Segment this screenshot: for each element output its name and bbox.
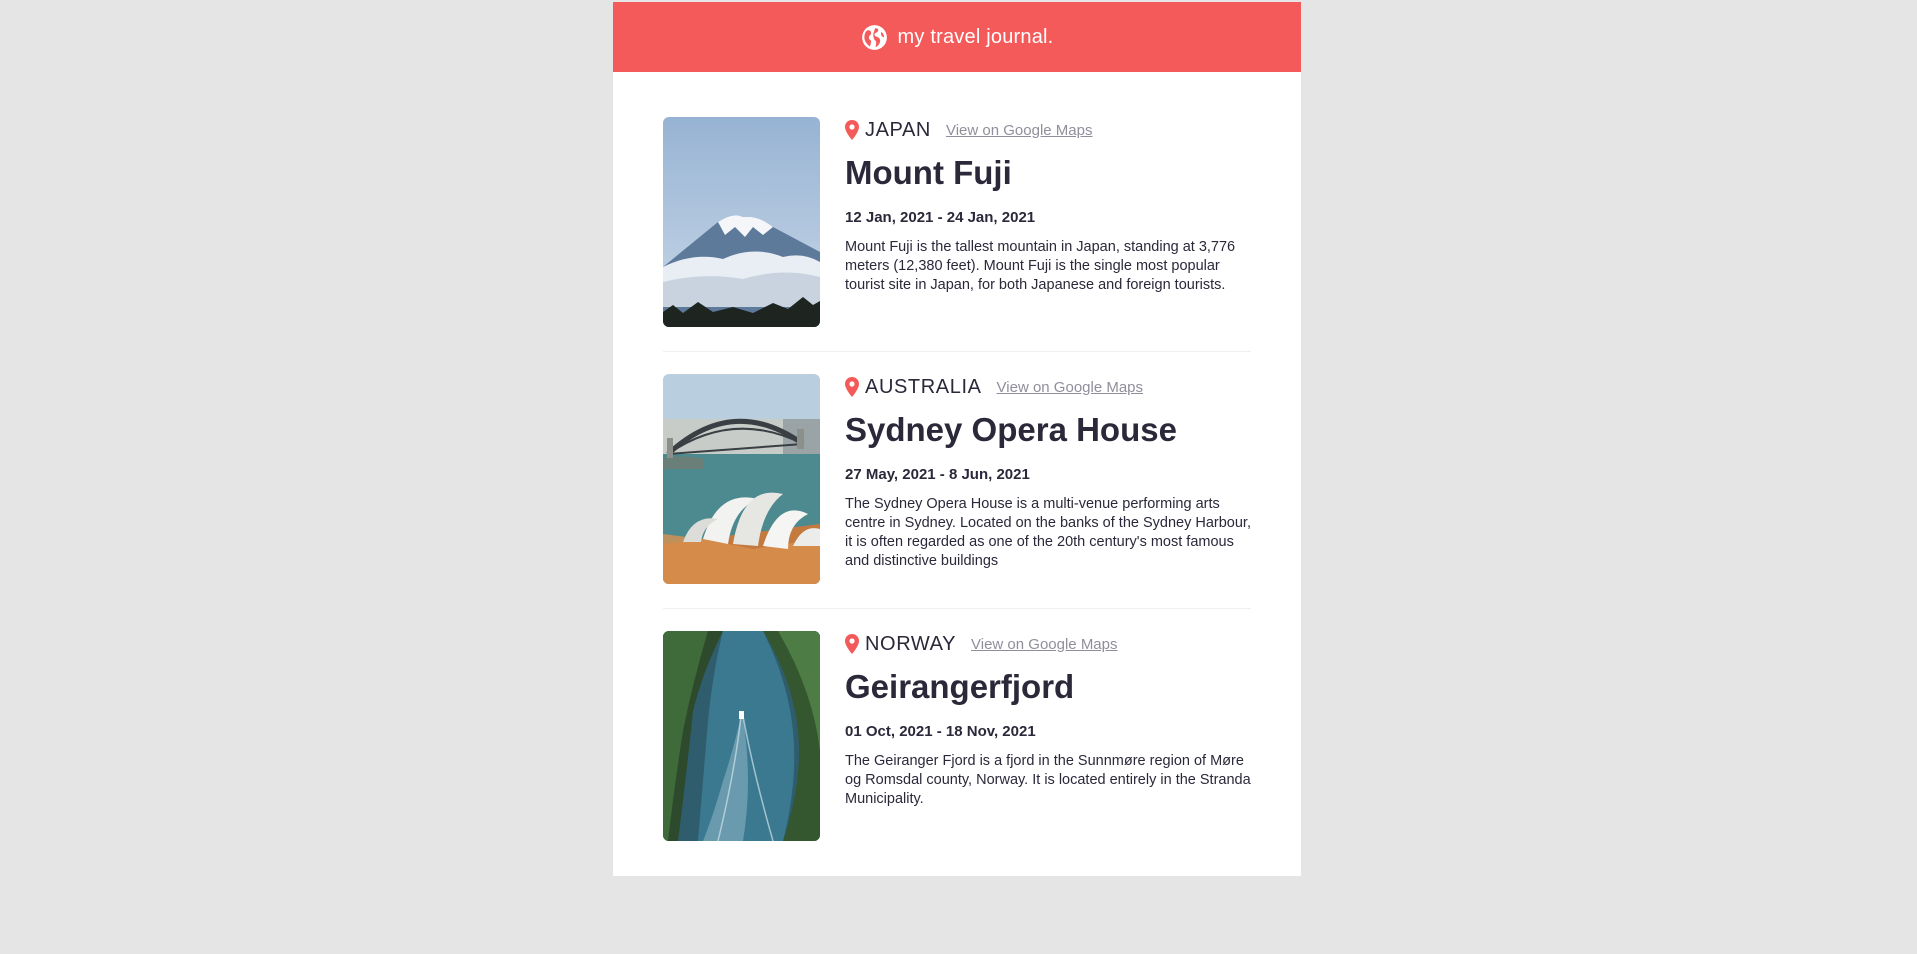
entry-divider [663, 351, 1251, 352]
journal-entries: JAPAN View on Google Maps Mount Fuji 12 … [613, 72, 1301, 841]
google-maps-link[interactable]: View on Google Maps [971, 636, 1117, 653]
location-row: NORWAY View on Google Maps [845, 631, 1251, 657]
sydney-opera-house-photo [663, 374, 820, 584]
page-container: my travel journal. JAPAN View on Google … [613, 2, 1301, 876]
globe-icon [861, 24, 887, 50]
app-title: my travel journal. [897, 25, 1054, 48]
country-label: AUSTRALIA [865, 375, 982, 398]
entry-info: NORWAY View on Google Maps Geirangerfjor… [845, 631, 1251, 841]
journal-entry: NORWAY View on Google Maps Geirangerfjor… [663, 631, 1251, 841]
google-maps-link[interactable]: View on Google Maps [946, 122, 1092, 139]
location-row: JAPAN View on Google Maps [845, 117, 1251, 143]
top-bar: my travel journal. [613, 2, 1301, 72]
entry-title: Mount Fuji [845, 154, 1012, 191]
geirangerfjord-photo [663, 631, 820, 841]
entry-info: JAPAN View on Google Maps Mount Fuji 12 … [845, 117, 1251, 327]
mount-fuji-photo [663, 117, 820, 327]
entry-dates: 12 Jan, 2021 - 24 Jan, 2021 [845, 209, 1036, 227]
entry-dates: 27 May, 2021 - 8 Jun, 2021 [845, 466, 1030, 484]
google-maps-link[interactable]: View on Google Maps [997, 379, 1143, 396]
location-pin-icon [845, 377, 859, 397]
entry-dates: 01 Oct, 2021 - 18 Nov, 2021 [845, 723, 1036, 741]
journal-entry: AUSTRALIA View on Google Maps Sydney Ope… [663, 374, 1251, 584]
entry-description: The Geiranger Fjord is a fjord in the Su… [845, 753, 1251, 807]
journal-entry: JAPAN View on Google Maps Mount Fuji 12 … [663, 117, 1251, 327]
location-pin-icon [845, 634, 859, 654]
location-row: AUSTRALIA View on Google Maps [845, 374, 1251, 400]
location-pin-icon [845, 120, 859, 140]
entry-info: AUSTRALIA View on Google Maps Sydney Ope… [845, 374, 1251, 584]
entry-divider [663, 608, 1251, 609]
entry-description: Mount Fuji is the tallest mountain in Ja… [845, 239, 1236, 293]
entry-title: Sydney Opera House [845, 411, 1177, 448]
entry-description: The Sydney Opera House is a multi-venue … [845, 496, 1251, 569]
country-label: NORWAY [865, 632, 957, 655]
country-label: JAPAN [865, 118, 931, 141]
entry-title: Geirangerfjord [845, 668, 1075, 705]
